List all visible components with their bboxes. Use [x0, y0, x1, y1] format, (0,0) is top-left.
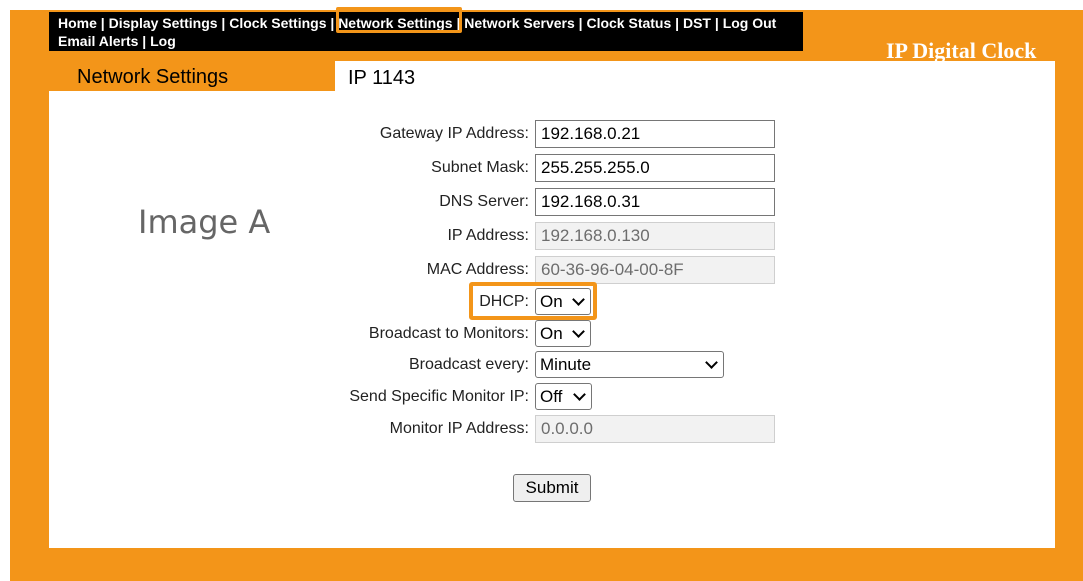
nav-separator: | [100, 15, 105, 31]
network-settings-highlight [336, 7, 462, 33]
send-specific-row: Send Specific Monitor IP: Off [0, 383, 1083, 411]
dns-row: DNS Server: 192.168.0.31 [0, 188, 1083, 216]
mac-address-field: 60-36-96-04-00-8F [535, 256, 775, 284]
ip-row: IP Address: 192.168.0.130 [0, 222, 1083, 250]
nav-clock-status-link[interactable]: Clock Status [586, 15, 671, 31]
nav-email-alerts-link[interactable]: Email Alerts [58, 33, 138, 49]
nav-clock-settings-link[interactable]: Clock Settings [229, 15, 326, 31]
broadcast-label: Broadcast to Monitors: [368, 325, 529, 342]
chevron-down-icon [572, 293, 585, 306]
send-specific-value: Off [540, 386, 563, 406]
monitor-ip-field: 0.0.0.0 [535, 415, 775, 443]
ip-address-field: 192.168.0.130 [535, 222, 775, 250]
ip-label: IP Address: [447, 227, 529, 244]
nav-separator: | [221, 15, 226, 31]
gateway-label: Gateway IP Address: [379, 125, 529, 142]
nav-log-link[interactable]: Log [150, 33, 176, 49]
broadcast-every-label: Broadcast every: [408, 356, 529, 373]
nav-display-settings-link[interactable]: Display Settings [109, 15, 218, 31]
broadcast-value: On [540, 323, 563, 343]
dhcp-row: DHCP: On [0, 288, 1083, 316]
mac-label: MAC Address: [426, 261, 529, 278]
dhcp-select[interactable]: On [535, 288, 591, 315]
dhcp-value: On [540, 291, 563, 311]
model-label: IP 1143 [348, 67, 416, 89]
nav-home-link[interactable]: Home [58, 15, 97, 31]
monitor-ip-row: Monitor IP Address: 0.0.0.0 [0, 415, 1083, 443]
gateway-row: Gateway IP Address: 192.168.0.21 [0, 120, 1083, 148]
nav-logout-link[interactable]: Log Out [723, 15, 777, 31]
send-specific-label: Send Specific Monitor IP: [349, 388, 529, 405]
subnet-label: Subnet Mask: [431, 159, 529, 176]
section-title: Network Settings [77, 66, 229, 88]
model-tab: IP 1143 [335, 61, 1055, 91]
chevron-down-icon [572, 325, 585, 338]
send-specific-select[interactable]: Off [535, 383, 592, 410]
nav-separator: | [714, 15, 719, 31]
submit-button[interactable]: Submit [513, 474, 591, 502]
mac-row: MAC Address: 60-36-96-04-00-8F [0, 256, 1083, 284]
nav-separator: | [578, 15, 583, 31]
chevron-down-icon [573, 388, 586, 401]
broadcast-row: Broadcast to Monitors: On [0, 320, 1083, 348]
dhcp-label: DHCP: [479, 293, 529, 310]
broadcast-every-select[interactable]: Minute [535, 351, 724, 378]
dns-input[interactable]: 192.168.0.31 [535, 188, 775, 216]
chevron-down-icon [705, 356, 718, 369]
subnet-input[interactable]: 255.255.255.0 [535, 154, 775, 182]
nav-dst-link[interactable]: DST [683, 15, 711, 31]
dns-label: DNS Server: [439, 193, 529, 210]
subnet-row: Subnet Mask: 255.255.255.0 [0, 154, 1083, 182]
broadcast-every-row: Broadcast every: Minute [0, 351, 1083, 379]
broadcast-select[interactable]: On [535, 320, 591, 347]
broadcast-every-value: Minute [540, 354, 592, 374]
nav-separator: | [675, 15, 680, 31]
monitor-ip-label: Monitor IP Address: [389, 420, 529, 437]
nav-separator: | [330, 15, 335, 31]
nav-network-servers-link[interactable]: Network Servers [464, 15, 575, 31]
gateway-input[interactable]: 192.168.0.21 [535, 120, 775, 148]
nav-separator: | [142, 33, 147, 49]
